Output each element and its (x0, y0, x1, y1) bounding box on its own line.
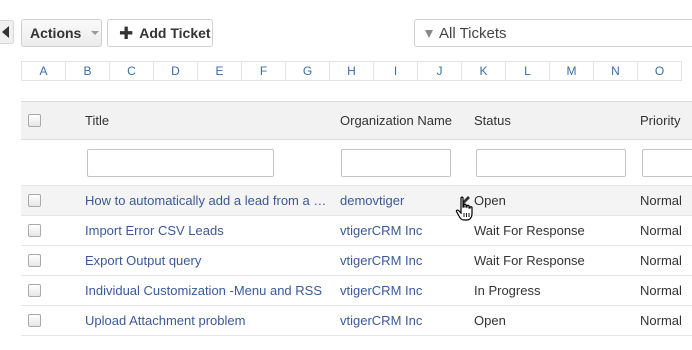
status-value: In Progress (474, 283, 541, 298)
alpha-letter-e[interactable]: E (198, 62, 242, 80)
status-value: Open (474, 193, 506, 208)
title-search-input[interactable] (87, 149, 274, 177)
alpha-letter-j[interactable]: J (418, 62, 462, 80)
actions-label: Actions (30, 25, 82, 41)
funnel-icon (425, 30, 433, 38)
chevron-left-icon (2, 26, 9, 38)
row-checkbox[interactable] (28, 224, 41, 237)
table-header-row: Title Organization Name Status Priority (21, 102, 692, 140)
priority-value: Normal (640, 193, 682, 208)
caret-down-icon (91, 31, 100, 35)
alpha-letter-b[interactable]: B (66, 62, 110, 80)
organization-link[interactable]: vtigerCRM Inc (340, 223, 422, 238)
alpha-letter-d[interactable]: D (154, 62, 198, 80)
table-row[interactable]: Export Output query vtigerCRM Inc Wait F… (21, 246, 692, 276)
filter-label: All Tickets (439, 24, 507, 42)
table-row[interactable]: Upload Attachment problem vtigerCRM Inc … (21, 306, 692, 336)
add-ticket-button[interactable]: ✚ Add Ticket (107, 19, 213, 47)
column-header-organization[interactable]: Organization Name (340, 102, 460, 139)
column-header-status[interactable]: Status (474, 102, 624, 139)
column-search-row (21, 140, 692, 186)
row-checkbox[interactable] (28, 194, 41, 207)
priority-value: Normal (640, 223, 682, 238)
ticket-title-link[interactable]: Export Output query (85, 253, 331, 268)
organization-link[interactable]: vtigerCRM Inc (340, 283, 422, 298)
row-checkbox[interactable] (28, 314, 41, 327)
plus-icon: ✚ (119, 23, 134, 43)
status-value: Wait For Response (474, 253, 585, 268)
alpha-letter-h[interactable]: H (330, 62, 374, 80)
alpha-letter-i[interactable]: I (374, 62, 418, 80)
priority-value: Normal (640, 283, 682, 298)
add-ticket-label: Add Ticket (139, 25, 211, 41)
alpha-letter-g[interactable]: G (286, 62, 330, 80)
status-value: Wait For Response (474, 223, 585, 238)
status-search-input[interactable] (476, 149, 626, 177)
table-row[interactable]: How to automatically add a lead from a w… (21, 186, 692, 216)
priority-value: Normal (640, 313, 682, 328)
row-checkbox[interactable] (28, 254, 41, 267)
organization-link[interactable]: vtigerCRM Inc (340, 313, 422, 328)
alpha-letter-n[interactable]: N (594, 62, 638, 80)
organization-search-input[interactable] (341, 149, 451, 177)
alphabet-filter-bar: A B C D E F G H I J K L M N O (21, 61, 682, 81)
tickets-table: Title Organization Name Status Priority … (21, 101, 692, 336)
alpha-letter-f[interactable]: F (242, 62, 286, 80)
select-all-checkbox[interactable] (28, 114, 41, 127)
ticket-filter-select[interactable]: All Tickets (414, 19, 692, 47)
alpha-letter-m[interactable]: M (550, 62, 594, 80)
organization-link[interactable]: demovtiger (340, 193, 404, 208)
column-header-title[interactable]: Title (85, 102, 331, 139)
ticket-title-link[interactable]: How to automatically add a lead from a w… (85, 193, 331, 208)
ticket-title-link[interactable]: Individual Customization -Menu and RSS (85, 283, 331, 298)
status-value: Open (474, 313, 506, 328)
priority-value: Normal (640, 253, 682, 268)
alpha-letter-a[interactable]: A (22, 62, 66, 80)
alpha-letter-o[interactable]: O (638, 62, 682, 80)
sidebar-collapse-toggle[interactable] (0, 20, 14, 44)
table-row[interactable]: Individual Customization -Menu and RSS v… (21, 276, 692, 306)
priority-search-input[interactable] (642, 149, 692, 177)
ticket-title-link[interactable]: Import Error CSV Leads (85, 223, 331, 238)
hand-pointer-icon (455, 196, 473, 221)
table-row[interactable]: Import Error CSV Leads vtigerCRM Inc Wai… (21, 216, 692, 246)
column-header-priority[interactable]: Priority (640, 102, 692, 139)
row-checkbox[interactable] (28, 284, 41, 297)
ticket-title-link[interactable]: Upload Attachment problem (85, 313, 331, 328)
organization-link[interactable]: vtigerCRM Inc (340, 253, 422, 268)
alpha-letter-k[interactable]: K (462, 62, 506, 80)
actions-dropdown-button[interactable]: Actions (21, 19, 102, 47)
alpha-letter-c[interactable]: C (110, 62, 154, 80)
alpha-letter-l[interactable]: L (506, 62, 550, 80)
